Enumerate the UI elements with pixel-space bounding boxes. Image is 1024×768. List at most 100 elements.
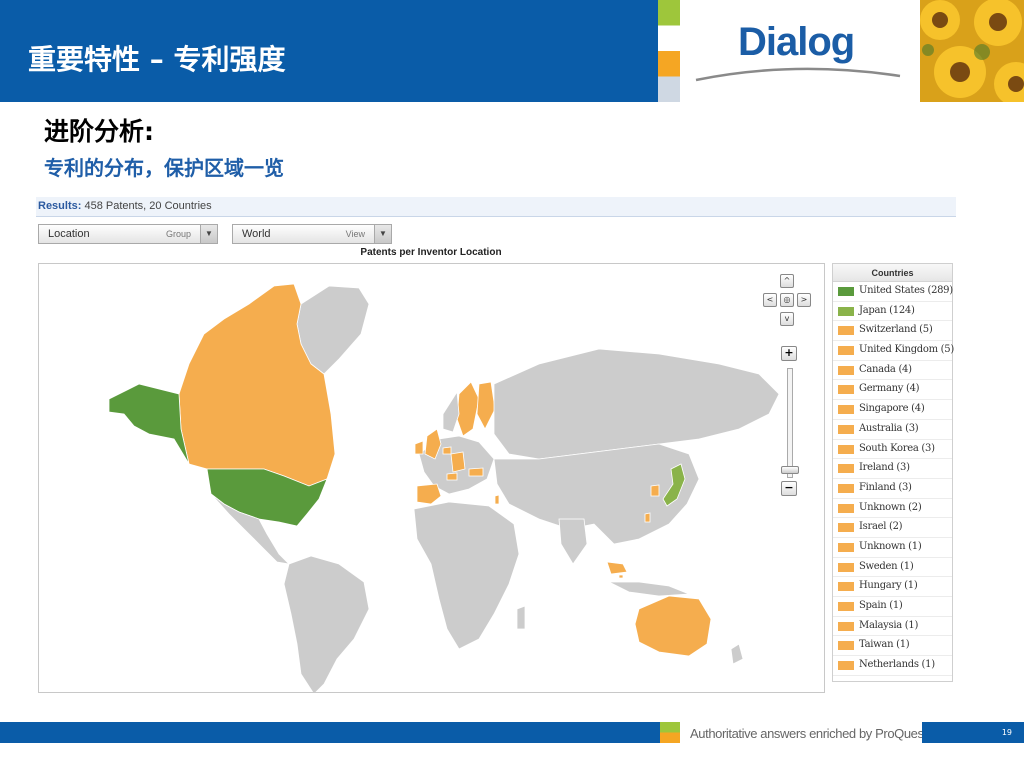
pan-left-button[interactable]: < xyxy=(763,293,777,307)
legend-item[interactable]: South Korea (3) xyxy=(833,440,952,460)
results-bar: Results: 458 Patents, 20 Countries xyxy=(36,197,956,217)
legend-label: Netherlands (1) xyxy=(859,659,935,671)
zoom-slider-thumb[interactable] xyxy=(781,466,799,474)
country-singapore xyxy=(618,574,624,579)
legend-label: Israel (2) xyxy=(859,521,903,533)
legend-label: Finland (3) xyxy=(859,481,912,493)
legend-item[interactable]: Australia (3) xyxy=(833,420,952,440)
legend-swatch xyxy=(838,424,854,434)
legend-item[interactable]: Israel (2) xyxy=(833,518,952,538)
world-map-svg xyxy=(108,283,780,692)
country-russia xyxy=(493,348,780,460)
legend-label: United States (289) xyxy=(859,285,953,296)
legend-item[interactable]: Switzerland (5) xyxy=(833,321,952,342)
legend-swatch xyxy=(838,306,854,316)
country-norway xyxy=(442,390,460,433)
legend-item[interactable]: Taiwan (1) xyxy=(833,636,952,657)
footer-page-box: 19 xyxy=(922,722,1024,743)
country-hungary xyxy=(468,467,484,477)
legend-swatch xyxy=(838,503,854,513)
group-dropdown-hint: Group xyxy=(165,229,191,239)
logo-text: Dialog xyxy=(738,20,855,64)
pan-down-button[interactable]: v xyxy=(780,312,794,326)
legend-item[interactable]: Netherlands (1) xyxy=(833,656,952,676)
footer-accent-stripe xyxy=(660,722,680,743)
country-australia xyxy=(634,595,712,657)
legend-label: Unknown (1) xyxy=(859,540,922,552)
view-dropdown-hint: View xyxy=(345,229,365,239)
pan-up-button[interactable]: ^ xyxy=(780,274,794,288)
legend-swatch xyxy=(838,602,854,611)
results-label: Results: xyxy=(38,200,82,212)
legend-item[interactable]: Germany (4) xyxy=(833,380,952,401)
legend-item[interactable]: Japan (124) xyxy=(833,302,952,322)
legend-item[interactable]: United Kingdom (5) xyxy=(833,341,954,361)
country-spain xyxy=(416,483,442,505)
view-dropdown[interactable]: World View ▼ xyxy=(232,224,392,244)
country-sweden xyxy=(456,381,480,437)
country-netherlands xyxy=(442,446,452,455)
legend-swatch xyxy=(838,523,854,533)
zoom-in-button[interactable]: + xyxy=(781,346,797,361)
legend-swatch xyxy=(838,365,854,375)
country-israel xyxy=(494,494,500,505)
page-number: 19 xyxy=(1001,728,1012,737)
legend-label: Ireland (3) xyxy=(859,462,910,474)
country-madagascar xyxy=(516,605,526,630)
legend-label: South Korea (3) xyxy=(859,442,935,454)
legend-swatch xyxy=(838,483,854,493)
legend-label: Switzerland (5) xyxy=(859,324,933,336)
legend-label: Germany (4) xyxy=(859,383,920,395)
legend-list: United States (289) Japan (124) Switzerlan… xyxy=(833,282,954,676)
country-south-america xyxy=(283,555,370,692)
legend-label: Australia (3) xyxy=(859,422,919,434)
sunflower-icon xyxy=(920,0,1024,102)
chevron-down-icon[interactable]: ▼ xyxy=(200,225,217,243)
dialog-logo: Dialog xyxy=(680,0,920,102)
legend-swatch xyxy=(838,562,854,572)
map-legend: Countries United States (289) Japan (124)… xyxy=(832,263,954,682)
legend-item[interactable]: Unknown (1) xyxy=(833,538,952,558)
legend-item[interactable]: Unknown (2) xyxy=(833,499,952,519)
legend-swatch xyxy=(838,661,854,671)
legend-label: Japan (124) xyxy=(859,304,915,316)
group-dropdown[interactable]: Location Group ▼ xyxy=(38,224,218,244)
view-dropdown-value: World xyxy=(242,228,271,240)
legend-item[interactable]: Singapore (4) xyxy=(833,400,952,420)
header-bar: 重要特性 – 专利强度 xyxy=(0,0,658,102)
logo-swoosh-icon xyxy=(695,67,901,82)
world-map[interactable] xyxy=(38,263,825,693)
legend-title: Countries xyxy=(833,264,952,282)
legend-label: Malaysia (1) xyxy=(859,619,919,631)
chevron-down-icon[interactable]: ▼ xyxy=(374,225,391,243)
country-south-korea xyxy=(650,484,660,497)
legend-item[interactable]: United States (289) xyxy=(833,282,953,302)
country-finland xyxy=(476,381,496,430)
legend-swatch xyxy=(838,542,854,552)
results-summary: 458 Patents, 20 Countries xyxy=(84,200,212,212)
country-india xyxy=(558,518,588,565)
country-africa xyxy=(413,501,520,650)
legend-item[interactable]: Hungary (1) xyxy=(833,577,952,597)
legend-label: Hungary (1) xyxy=(859,580,918,592)
reset-center-button[interactable]: ◎ xyxy=(780,293,794,307)
legend-item[interactable]: Canada (4) xyxy=(833,361,952,381)
legend-swatch xyxy=(838,621,854,631)
legend-item[interactable]: Finland (3) xyxy=(833,479,952,499)
country-malaysia xyxy=(606,561,628,575)
legend-item[interactable]: Spain (1) xyxy=(833,597,952,617)
legend-swatch xyxy=(838,641,854,651)
group-dropdown-value: Location xyxy=(48,228,90,240)
footer-bar xyxy=(0,722,660,743)
pan-right-button[interactable]: > xyxy=(797,293,811,307)
sunflower-image xyxy=(920,0,1024,102)
legend-swatch xyxy=(838,444,854,454)
country-taiwan xyxy=(644,512,651,523)
legend-item[interactable]: Ireland (3) xyxy=(833,459,952,479)
legend-label: Unknown (2) xyxy=(859,501,922,513)
zoom-slider-track[interactable] xyxy=(787,368,793,478)
legend-item[interactable]: Sweden (1) xyxy=(833,558,952,578)
legend-item[interactable]: Malaysia (1) xyxy=(833,617,952,637)
legend-swatch xyxy=(838,405,854,415)
zoom-out-button[interactable]: − xyxy=(781,481,797,496)
